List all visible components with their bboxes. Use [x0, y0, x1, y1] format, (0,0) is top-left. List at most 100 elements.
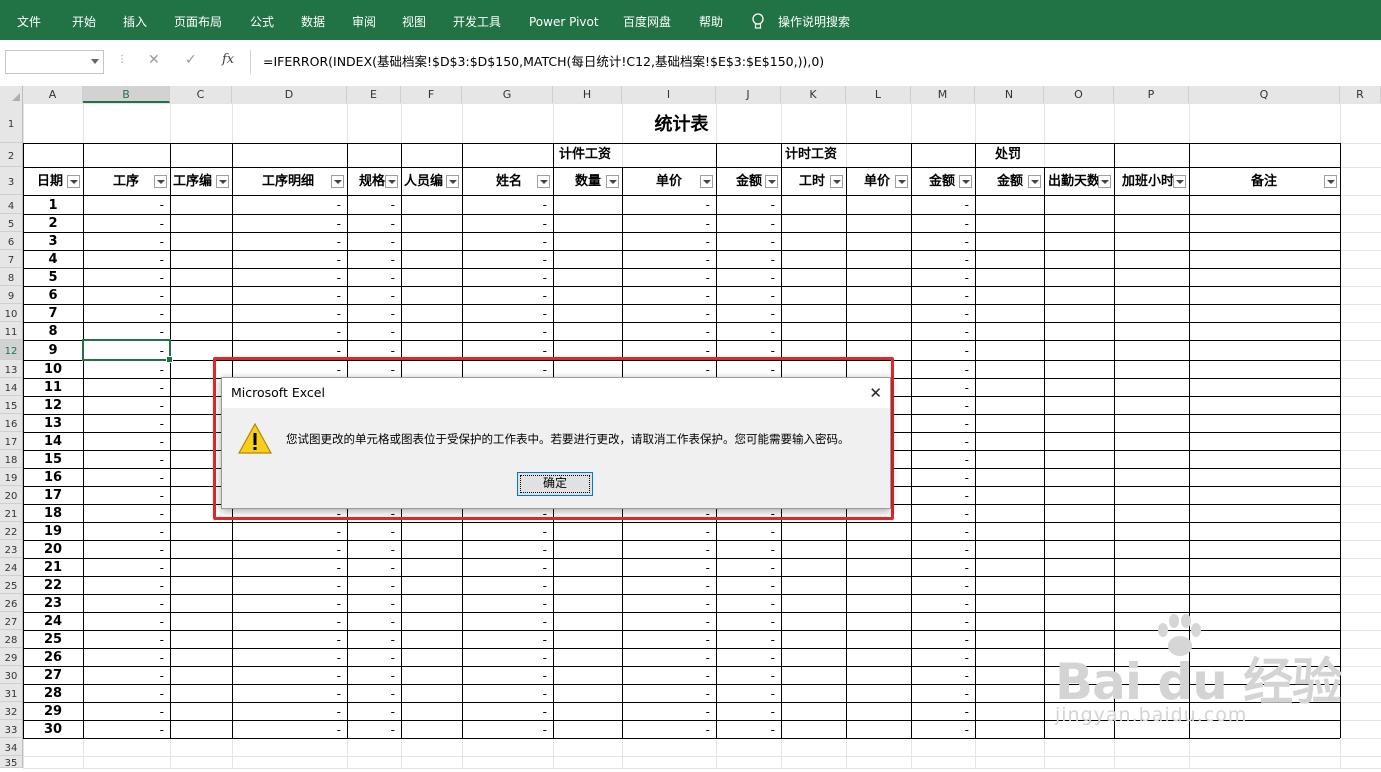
- table-cell-placeholder[interactable]: -: [622, 304, 716, 322]
- table-cell-placeholder[interactable]: -: [347, 304, 401, 322]
- table-cell-placeholder[interactable]: -: [83, 630, 170, 648]
- table-cell-placeholder[interactable]: -: [347, 540, 401, 558]
- table-cell-placeholder[interactable]: -: [232, 558, 347, 576]
- table-cell-placeholder[interactable]: -: [716, 268, 781, 286]
- name-box[interactable]: [5, 50, 104, 74]
- column-header-o[interactable]: O: [1044, 86, 1114, 103]
- column-title[interactable]: 备注: [1189, 167, 1381, 195]
- table-row-date[interactable]: 26: [23, 648, 83, 666]
- ok-button[interactable]: 确定: [517, 472, 593, 496]
- table-cell-placeholder[interactable]: -: [911, 250, 975, 268]
- column-title[interactable]: 出勤天数: [1044, 167, 1103, 195]
- table-cell-placeholder[interactable]: -: [232, 522, 347, 540]
- table-row-date[interactable]: 7: [23, 304, 83, 322]
- row-header[interactable]: 32: [0, 702, 22, 720]
- table-cell-placeholder[interactable]: -: [347, 648, 401, 666]
- table-cell-placeholder[interactable]: -: [622, 268, 716, 286]
- table-cell-placeholder[interactable]: -: [347, 232, 401, 250]
- table-cell-placeholder[interactable]: -: [911, 666, 975, 684]
- filter-dropdown-icon[interactable]: [895, 175, 908, 188]
- table-cell-placeholder[interactable]: -: [462, 594, 553, 612]
- row-header[interactable]: 11: [0, 322, 22, 340]
- table-cell-placeholder[interactable]: -: [462, 576, 553, 594]
- table-cell-placeholder[interactable]: -: [232, 286, 347, 304]
- table-cell-placeholder[interactable]: -: [622, 576, 716, 594]
- menu-item[interactable]: 审阅: [352, 0, 376, 40]
- table-row-date[interactable]: 21: [23, 558, 83, 576]
- table-row-date[interactable]: 15: [23, 450, 83, 468]
- table-cell-placeholder[interactable]: -: [911, 304, 975, 322]
- table-cell-placeholder[interactable]: -: [716, 720, 781, 738]
- table-cell-placeholder[interactable]: -: [716, 612, 781, 630]
- table-cell-placeholder[interactable]: -: [911, 360, 975, 378]
- column-header-d[interactable]: D: [232, 86, 347, 103]
- table-cell-placeholder[interactable]: -: [83, 360, 170, 378]
- table-cell-placeholder[interactable]: -: [462, 702, 553, 720]
- table-row-date[interactable]: 12: [23, 396, 83, 414]
- column-header-q[interactable]: Q: [1189, 86, 1340, 103]
- row-header[interactable]: 14: [0, 378, 22, 396]
- column-header-p[interactable]: P: [1114, 86, 1189, 103]
- table-cell-placeholder[interactable]: -: [622, 195, 716, 214]
- table-cell-placeholder[interactable]: -: [622, 322, 716, 340]
- table-cell-placeholder[interactable]: -: [232, 684, 347, 702]
- table-cell-placeholder[interactable]: -: [232, 322, 347, 340]
- table-cell-placeholder[interactable]: -: [83, 648, 170, 666]
- column-title[interactable]: 工序编: [170, 167, 220, 195]
- filter-dropdown-icon[interactable]: [216, 175, 229, 188]
- table-cell-placeholder[interactable]: -: [622, 214, 716, 232]
- table-cell-placeholder[interactable]: -: [83, 468, 170, 486]
- menu-item[interactable]: 页面布局: [174, 0, 222, 40]
- table-cell-placeholder[interactable]: -: [716, 304, 781, 322]
- table-cell-placeholder[interactable]: -: [83, 414, 170, 432]
- table-cell-placeholder[interactable]: -: [462, 540, 553, 558]
- menu-item[interactable]: 百度网盘: [623, 0, 671, 40]
- table-cell-placeholder[interactable]: -: [83, 594, 170, 612]
- table-cell-placeholder[interactable]: -: [462, 558, 553, 576]
- table-cell-placeholder[interactable]: -: [347, 720, 401, 738]
- menu-item[interactable]: 开发工具: [453, 0, 501, 40]
- table-cell-placeholder[interactable]: -: [462, 214, 553, 232]
- table-cell-placeholder[interactable]: -: [462, 630, 553, 648]
- table-cell-placeholder[interactable]: -: [622, 684, 716, 702]
- table-cell-placeholder[interactable]: -: [83, 322, 170, 340]
- table-cell-placeholder[interactable]: -: [716, 666, 781, 684]
- table-cell-placeholder[interactable]: -: [911, 720, 975, 738]
- filter-dropdown-icon[interactable]: [700, 175, 713, 188]
- table-row-date[interactable]: 6: [23, 286, 83, 304]
- table-cell-placeholder[interactable]: -: [716, 522, 781, 540]
- table-cell-placeholder[interactable]: -: [911, 558, 975, 576]
- table-row-date[interactable]: 8: [23, 322, 83, 340]
- row-header[interactable]: 6: [0, 232, 22, 250]
- table-cell-placeholder[interactable]: -: [232, 666, 347, 684]
- table-cell-placeholder[interactable]: -: [911, 414, 975, 432]
- table-cell-placeholder[interactable]: -: [716, 558, 781, 576]
- fx-icon[interactable]: fx: [222, 52, 234, 67]
- table-cell-placeholder[interactable]: -: [716, 232, 781, 250]
- table-cell-placeholder[interactable]: -: [83, 486, 170, 504]
- enter-icon[interactable]: ✓: [185, 52, 197, 68]
- table-row-date[interactable]: 30: [23, 720, 83, 738]
- table-cell-placeholder[interactable]: -: [716, 576, 781, 594]
- filter-dropdown-icon[interactable]: [959, 175, 972, 188]
- table-cell-placeholder[interactable]: -: [83, 684, 170, 702]
- table-cell-placeholder[interactable]: -: [83, 504, 170, 522]
- table-cell-placeholder[interactable]: -: [911, 684, 975, 702]
- row-header[interactable]: 20: [0, 486, 22, 504]
- table-cell-placeholder[interactable]: -: [83, 720, 170, 738]
- table-cell-placeholder[interactable]: -: [232, 195, 347, 214]
- table-cell-placeholder[interactable]: -: [622, 594, 716, 612]
- filter-dropdown-icon[interactable]: [537, 175, 550, 188]
- table-cell-placeholder[interactable]: -: [232, 648, 347, 666]
- filter-dropdown-icon[interactable]: [830, 175, 843, 188]
- table-cell-placeholder[interactable]: -: [716, 648, 781, 666]
- row-header[interactable]: 10: [0, 304, 22, 322]
- table-row-date[interactable]: 5: [23, 268, 83, 286]
- table-cell-placeholder[interactable]: -: [83, 540, 170, 558]
- column-header-a[interactable]: A: [23, 86, 83, 103]
- column-header-m[interactable]: M: [911, 86, 975, 103]
- column-header-l[interactable]: L: [846, 86, 911, 103]
- table-row-date[interactable]: 4: [23, 250, 83, 268]
- table-row-date[interactable]: 20: [23, 540, 83, 558]
- table-cell-placeholder[interactable]: -: [716, 630, 781, 648]
